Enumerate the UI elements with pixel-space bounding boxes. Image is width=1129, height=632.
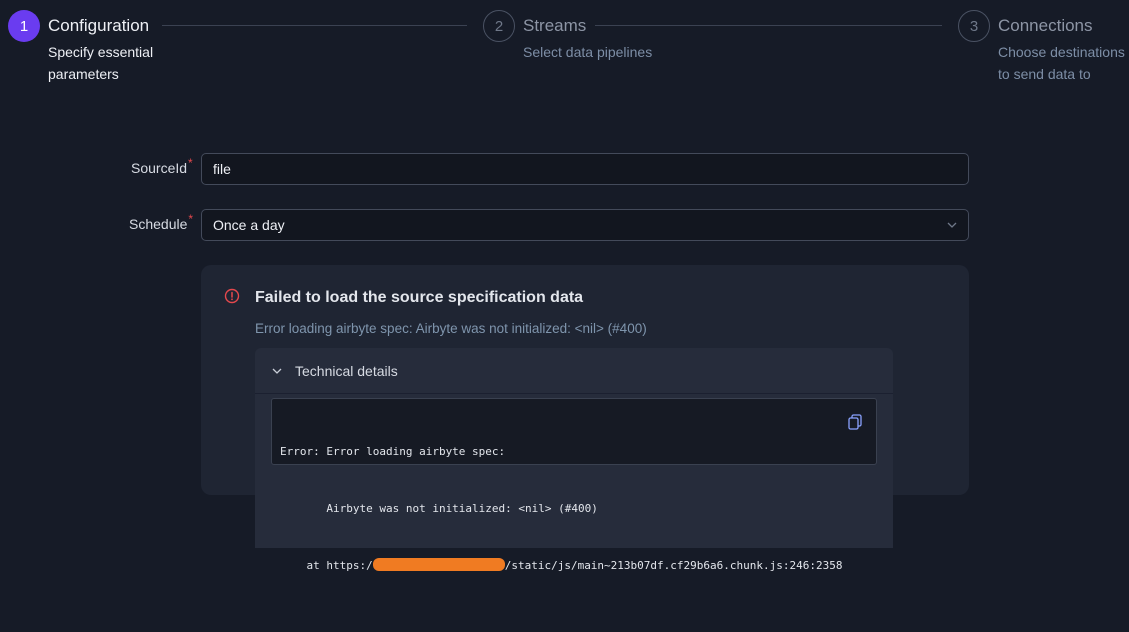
step-3-title[interactable]: Connections	[998, 16, 1093, 36]
steps-progress: 1 Configuration Specify essential parame…	[0, 0, 1129, 100]
redaction-mark	[372, 558, 505, 571]
step-3-number[interactable]: 3	[958, 10, 990, 42]
schedule-select[interactable]: Once a day	[201, 209, 969, 241]
chevron-down-icon[interactable]	[271, 365, 283, 377]
copy-icon[interactable]	[848, 414, 862, 430]
technical-details-toggle[interactable]: Technical details	[255, 348, 893, 394]
error-stack-trace: Error: Error loading airbyte spec: Airby…	[271, 398, 877, 572]
error-title: Failed to load the source specification …	[255, 289, 584, 306]
step-2-title[interactable]: Streams	[523, 16, 586, 36]
technical-details-panel: Technical details Error: Error loading a…	[255, 348, 893, 572]
required-marker: *	[188, 212, 194, 226]
step-connector-2	[595, 25, 942, 26]
schedule-label-text: Schedule	[129, 216, 188, 232]
step-connector-1	[162, 25, 467, 26]
stack-line-3-prefix: at https:/	[280, 559, 373, 572]
step-2-desc-line1: Select data pipelines	[523, 44, 653, 60]
step-1-description: Specify essential parameters	[48, 41, 153, 85]
schedule-value: Once a day	[213, 217, 285, 233]
stack-line-3-suffix: /static/js/main~213b07df.cf29b6a6.chunk.…	[504, 559, 843, 572]
required-marker: *	[188, 156, 193, 170]
step-3-desc-line1: Choose destinations	[998, 44, 1125, 60]
step-1-title[interactable]: Configuration	[48, 16, 149, 36]
chevron-down-icon[interactable]	[946, 219, 958, 231]
step-3-desc-line2: to send data to	[998, 66, 1091, 82]
stack-line-1: Error: Error loading airbyte spec:	[280, 445, 506, 458]
step-1-desc-line2: parameters	[48, 66, 119, 82]
stack-line-3: at https:/ /static/js/main~213b07df.cf29b…	[280, 556, 876, 575]
technical-details-label: Technical details	[295, 363, 398, 379]
schedule-label: Schedule*	[129, 212, 193, 232]
step-1-desc-line1: Specify essential	[48, 44, 154, 60]
source-id-label: SourceId*	[131, 156, 193, 176]
source-id-value: file	[213, 161, 231, 177]
alert-circle-icon	[224, 288, 240, 304]
source-id-input[interactable]: file	[201, 153, 969, 185]
step-3-description: Choose destinations to send data to	[998, 41, 1125, 85]
step-2-description: Select data pipelines	[523, 41, 652, 63]
step-1-number[interactable]: 1	[8, 10, 40, 42]
error-message: Error loading airbyte spec: Airbyte was …	[255, 321, 647, 336]
step-2-number[interactable]: 2	[483, 10, 515, 42]
source-id-label-text: SourceId	[131, 160, 188, 176]
error-card: Failed to load the source specification …	[201, 265, 969, 572]
stack-line-2: Airbyte was not initialized: <nil> (#400…	[280, 502, 598, 515]
